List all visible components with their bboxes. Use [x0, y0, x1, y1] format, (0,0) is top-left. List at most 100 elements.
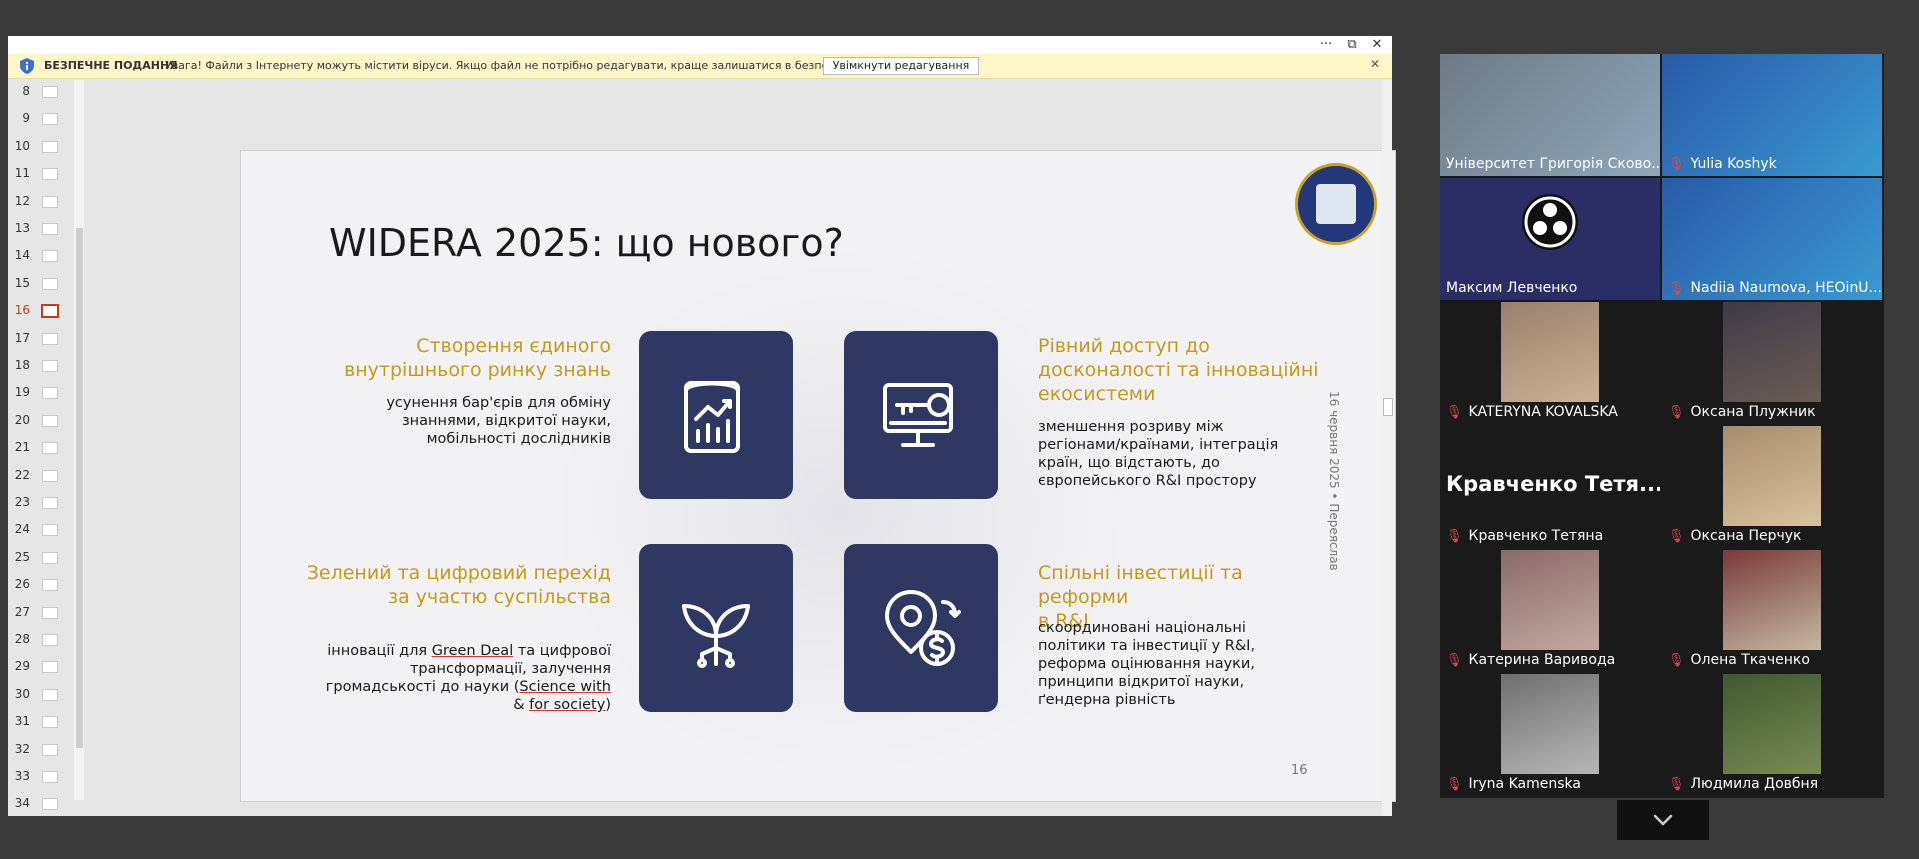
slide-thumbnail[interactable]: 11 [8, 164, 68, 184]
participant-tile[interactable]: 🎙 Nadiia Naumova, HEOinU... [1662, 178, 1882, 300]
more-options-button[interactable]: ··· [1315, 36, 1337, 54]
slide-thumbnail[interactable]: 24 [8, 520, 68, 540]
heading-single-market: Створення єдиного внутрішнього ринку зна… [311, 334, 611, 382]
thumbnail-preview [42, 250, 58, 263]
participant-tile[interactable]: 🎙 Олена Ткаченко [1662, 550, 1882, 672]
close-infobar-icon[interactable]: ✕ [1370, 57, 1380, 71]
participant-tile[interactable]: Кравченко Тетя... 🎙 Кравченко Тетяна [1440, 426, 1660, 548]
text-line: регіонами/країнами, інтеграція [1038, 437, 1279, 453]
slide-thumbnail[interactable]: 25 [8, 548, 68, 568]
participant-tile[interactable]: Університет Григорія Сково... [1440, 54, 1660, 176]
obs-logo-icon [1522, 194, 1578, 250]
participant-name: 🎙 Nadiia Naumova, HEOinU... [1668, 280, 1882, 296]
thumbnail-number: 24 [14, 522, 30, 537]
slide-thumbnail[interactable]: 32 [8, 740, 68, 760]
thumbnail-preview [42, 442, 58, 455]
text-line: політики та інвестиції у R&I, [1038, 638, 1256, 654]
slide-thumbnail[interactable]: 27 [8, 603, 68, 623]
slide-scrollbar[interactable] [1382, 80, 1392, 816]
protected-view-message: Увага! Файли з Інтернету можуть містити … [165, 59, 917, 72]
participant-name: 🎙 Оксана Плужник [1668, 404, 1816, 420]
slide-thumbnail[interactable]: 33 [8, 767, 68, 787]
slide-thumbnail[interactable]: 28 [8, 630, 68, 650]
slide-thumbnail[interactable]: 18 [8, 356, 68, 376]
slide-thumbnail[interactable]: 10 [8, 137, 68, 157]
thumbnail-number: 28 [14, 632, 30, 646]
tile-idea-dollar [844, 544, 998, 712]
avatar [1501, 674, 1599, 774]
slide-thumbnail[interactable]: 30 [8, 685, 68, 705]
slide-thumbnail[interactable]: 29 [8, 657, 68, 677]
university-logo [1295, 163, 1377, 245]
participant-tile[interactable]: 🎙 Оксана Плужник [1662, 302, 1882, 424]
slide-thumbnail[interactable]: 13 [8, 219, 68, 239]
close-window-button[interactable]: ✕ [1366, 36, 1388, 54]
slide-thumbnail[interactable]: 20 [8, 411, 68, 431]
slide-thumbnail[interactable]: 14 [8, 246, 68, 266]
text-single-market: усунення бар'єрів для обміну знаннями, в… [311, 394, 611, 448]
text-line: & for society) [291, 696, 611, 714]
slide-thumbnail[interactable]: 31 [8, 712, 68, 732]
thumbnail-number: 32 [14, 741, 30, 756]
plant-circuit-icon [682, 604, 750, 668]
text-line: реформа оцінювання науки, [1038, 656, 1255, 672]
participant-name: 🎙 Оксана Перчук [1668, 528, 1802, 544]
restore-button[interactable]: ⧉ [1341, 36, 1363, 54]
text-span: та цифрової [513, 643, 611, 659]
tile-monitor-key [844, 331, 998, 499]
muted-mic-icon: 🎙 [1446, 653, 1463, 668]
participant-tile[interactable]: 🎙 Оксана Перчук [1662, 426, 1882, 548]
thumbnail-number: 20 [14, 412, 30, 427]
thumbnail-number: 34 [14, 796, 30, 811]
slide-thumbnail[interactable]: 21 [8, 438, 68, 458]
thumbnail-number: 22 [14, 467, 30, 482]
enable-editing-button[interactable]: Увімкнути редагування [823, 57, 979, 75]
participant-name-text: Людмила Довбня [1690, 776, 1819, 792]
slide-thumbnail[interactable]: 34 [8, 794, 68, 814]
text-span: Green Deal [431, 643, 514, 659]
slide-thumbnail[interactable]: 17 [8, 329, 68, 349]
participant-name-text: Оксана Перчук [1690, 528, 1802, 544]
slide-thumbnail[interactable]: 26 [8, 575, 68, 595]
participant-name: 🎙 Олена Ткаченко [1668, 652, 1810, 668]
thumbnail-preview [42, 140, 58, 153]
shield-icon [20, 58, 34, 74]
participant-name-text: Катерина Варивода [1468, 652, 1616, 668]
text-span: Science with [519, 679, 611, 695]
thumbnail-preview [42, 688, 58, 701]
participant-tile[interactable]: 🎙 KATERYNA KOVALSKA [1440, 302, 1660, 424]
powerpoint-window: ··· ⧉ ✕ БЕЗПЕЧНЕ ПОДАННЯ Увага! Файли з … [8, 36, 1396, 816]
slide-thumbnail[interactable]: 16 [8, 301, 68, 321]
gallery-scroll-down-button[interactable] [1617, 800, 1709, 840]
thumbnail-number: 31 [14, 714, 30, 729]
thumbnail-number: 27 [14, 604, 30, 619]
slide-thumbnail[interactable]: 9 [8, 109, 68, 129]
thumbnail-number: 14 [14, 248, 30, 263]
avatar [1501, 550, 1599, 650]
participant-tile[interactable]: 🎙 Iryna Kamenska [1440, 674, 1660, 796]
tile-report [639, 331, 793, 499]
slide-thumbnail[interactable]: 19 [8, 383, 68, 403]
participant-name: 🎙 Людмила Довбня [1668, 776, 1818, 792]
slide-thumbnail[interactable]: 22 [8, 466, 68, 486]
heading-line: Зелений та цифровий перехід [306, 562, 611, 584]
text-line: країн, що відстають, до [1038, 455, 1220, 471]
slide-thumbnail[interactable]: 12 [8, 192, 68, 212]
thumbnail-number: 33 [14, 769, 30, 783]
slide-thumbnail[interactable]: 8 [8, 82, 68, 102]
participant-gallery: Університет Григорія Сково... 🎙 Yulia Kosh… [1440, 54, 1884, 798]
thumbnail-preview [42, 661, 58, 674]
text-span: громадськості до науки ( [325, 679, 520, 695]
participant-name: Максим Левченко [1446, 280, 1577, 296]
slide-thumbnail[interactable]: 23 [8, 493, 68, 513]
participant-tile[interactable]: 🎙 Yulia Koshyk [1662, 54, 1882, 176]
participant-tile[interactable]: 🎙 Катерина Варивода [1440, 550, 1660, 672]
participant-name-text: Оксана Плужник [1690, 404, 1816, 420]
slide-scroll-thumb[interactable] [1383, 398, 1393, 416]
participant-tile[interactable]: Максим Левченко [1440, 178, 1660, 300]
slide-thumbnail[interactable]: 15 [8, 274, 68, 294]
thumbnails-scroll-thumb[interactable] [76, 228, 83, 748]
participant-tile[interactable]: 🎙 Людмила Довбня [1662, 674, 1882, 796]
heading-line: за участю суспільства [388, 586, 611, 608]
muted-mic-icon: 🎙 [1668, 529, 1685, 544]
